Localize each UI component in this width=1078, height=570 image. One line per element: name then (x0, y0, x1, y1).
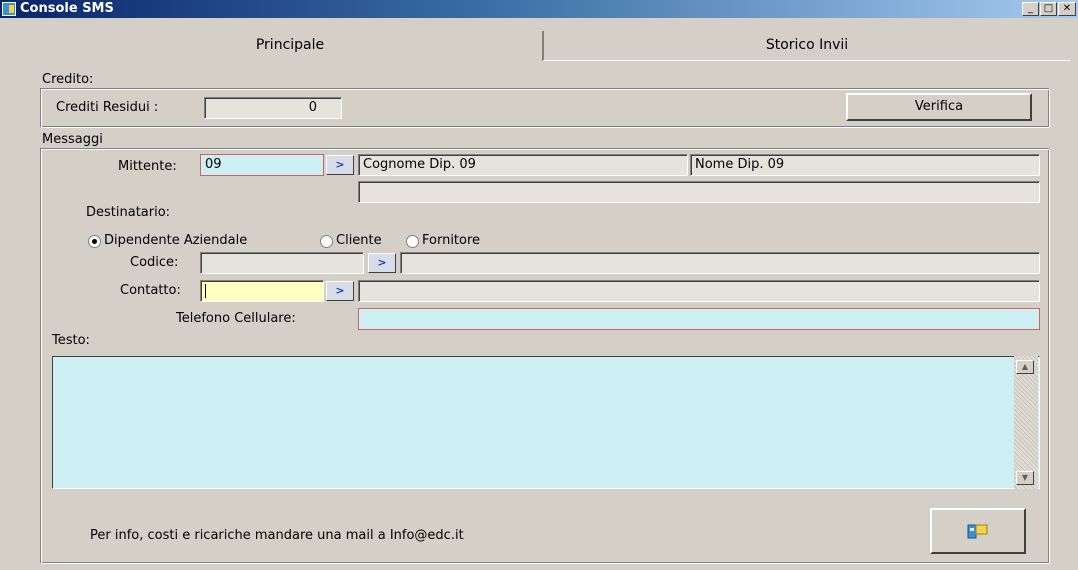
telefono-label: Telefono Cellulare: (176, 311, 296, 326)
mittente-extra-field (358, 181, 1040, 203)
close-button[interactable]: ✕ (1058, 2, 1076, 16)
mittente-lookup-button[interactable]: > (326, 155, 354, 175)
window-title: Console SMS (20, 1, 114, 16)
mittente-cognome-field: Cognome Dip. 09 (358, 154, 688, 176)
radio-dipendente[interactable] (88, 235, 101, 248)
testo-textarea[interactable] (52, 356, 1040, 489)
contatto-input[interactable] (200, 280, 324, 302)
messaggi-section-label: Messaggi (42, 132, 103, 147)
contatto-label: Contatto: (120, 283, 181, 298)
app-icon (2, 2, 16, 16)
scroll-down-button[interactable]: ▼ (1016, 471, 1034, 485)
testo-scrollbar[interactable]: ▲ ▼ (1014, 356, 1038, 489)
minimize-button[interactable]: _ (1022, 2, 1039, 16)
codice-label: Codice: (130, 255, 179, 270)
send-button[interactable] (930, 508, 1026, 554)
destinatario-label: Destinatario: (86, 205, 171, 220)
credito-section-label: Credito: (42, 72, 94, 87)
codice-input[interactable] (200, 252, 364, 274)
radio-fornitore-label[interactable]: Fornitore (422, 233, 480, 248)
scroll-up-button[interactable]: ▲ (1016, 360, 1034, 374)
send-sms-icon (967, 524, 988, 539)
crediti-residui-label: Crediti Residui : (56, 100, 159, 115)
mittente-label: Mittente: (118, 159, 177, 174)
arrow-right-icon: > (335, 158, 345, 171)
radio-fornitore[interactable] (406, 235, 419, 248)
arrow-right-icon: > (335, 284, 345, 297)
radio-dipendente-label[interactable]: Dipendente Aziendale (104, 233, 247, 248)
radio-cliente-label[interactable]: Cliente (336, 233, 382, 248)
tab-principale[interactable]: Principale (40, 31, 540, 61)
codice-lookup-button[interactable]: > (368, 253, 396, 273)
tab-storico-invii[interactable]: Storico Invii (542, 31, 1070, 61)
crediti-residui-field: 0 (204, 97, 342, 119)
mittente-code-input[interactable]: 09 (200, 154, 324, 176)
telefono-input[interactable] (358, 308, 1040, 330)
info-text: Per info, costi e ricariche mandare una … (90, 528, 464, 543)
maximize-button[interactable]: □ (1040, 2, 1057, 16)
mittente-nome-field: Nome Dip. 09 (690, 154, 1040, 176)
codice-description-field (400, 252, 1040, 274)
arrow-right-icon: > (377, 256, 387, 269)
title-bar (0, 0, 1078, 18)
contatto-lookup-button[interactable]: > (326, 281, 354, 301)
verifica-button[interactable]: Verifica (846, 93, 1032, 121)
radio-cliente[interactable] (320, 235, 333, 248)
testo-label: Testo: (52, 333, 90, 348)
contatto-description-field (358, 280, 1040, 302)
